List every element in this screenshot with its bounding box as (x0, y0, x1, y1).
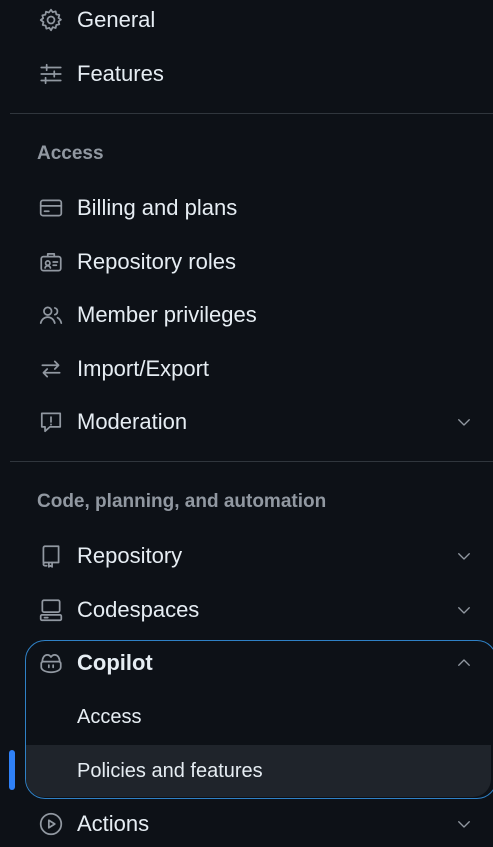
sidebar-subitem-label: Access (77, 705, 142, 728)
arrow-switch-icon (37, 355, 65, 383)
sidebar-item-label: Billing and plans (77, 195, 238, 220)
sidebar-item-codespaces[interactable]: Codespaces (24, 587, 477, 633)
sliders-icon (37, 60, 65, 88)
sidebar-subitem-copilot-policies[interactable]: Policies and features (26, 745, 491, 797)
id-badge-icon (37, 248, 65, 276)
section-heading-access: Access (37, 143, 104, 164)
active-item-indicator (9, 750, 15, 790)
sidebar-item-features[interactable]: Features (24, 51, 477, 97)
credit-card-icon (37, 194, 65, 222)
play-icon (37, 810, 65, 838)
gear-icon (37, 6, 65, 34)
chevron-down-icon[interactable] (453, 545, 475, 567)
sidebar-item-moderation[interactable]: Moderation (24, 399, 477, 445)
sidebar-item-billing[interactable]: Billing and plans (24, 185, 477, 231)
sidebar-item-label: Import/Export (77, 356, 210, 381)
section-heading-code-planning: Code, planning, and automation (37, 491, 327, 512)
chevron-down-icon[interactable] (453, 599, 475, 621)
sidebar-item-label: Repository (77, 543, 183, 568)
sidebar-item-label: Moderation (77, 409, 188, 434)
sidebar-subitem-copilot-access[interactable]: Access (24, 694, 477, 740)
people-icon (37, 301, 65, 329)
sidebar-item-label: Member privileges (77, 302, 257, 327)
sidebar-item-import-export[interactable]: Import/Export (24, 346, 477, 392)
sidebar-item-label: Actions (77, 811, 150, 836)
sidebar-item-label: Repository roles (77, 249, 236, 274)
chevron-down-icon[interactable] (453, 813, 475, 835)
copilot-icon (37, 649, 65, 677)
sidebar-item-actions[interactable]: Actions (24, 801, 477, 847)
repo-icon (37, 542, 65, 570)
sidebar-item-label: Features (77, 61, 164, 86)
sidebar-item-label: General (77, 7, 156, 32)
divider (10, 113, 493, 114)
sidebar-item-repository-roles[interactable]: Repository roles (24, 239, 477, 285)
chevron-down-icon[interactable] (453, 411, 475, 433)
sidebar-item-label: Copilot (77, 650, 153, 675)
sidebar-item-label: Codespaces (77, 597, 200, 622)
sidebar-item-copilot[interactable]: Copilot (24, 640, 477, 686)
codespaces-icon (37, 596, 65, 624)
sidebar-item-general[interactable]: General (24, 0, 477, 43)
sidebar-item-member-privileges[interactable]: Member privileges (24, 292, 477, 338)
report-icon (37, 408, 65, 436)
sidebar-subitem-label: Policies and features (77, 759, 263, 782)
sidebar-item-repository[interactable]: Repository (24, 533, 477, 579)
chevron-up-icon[interactable] (453, 652, 475, 674)
divider (10, 461, 493, 462)
